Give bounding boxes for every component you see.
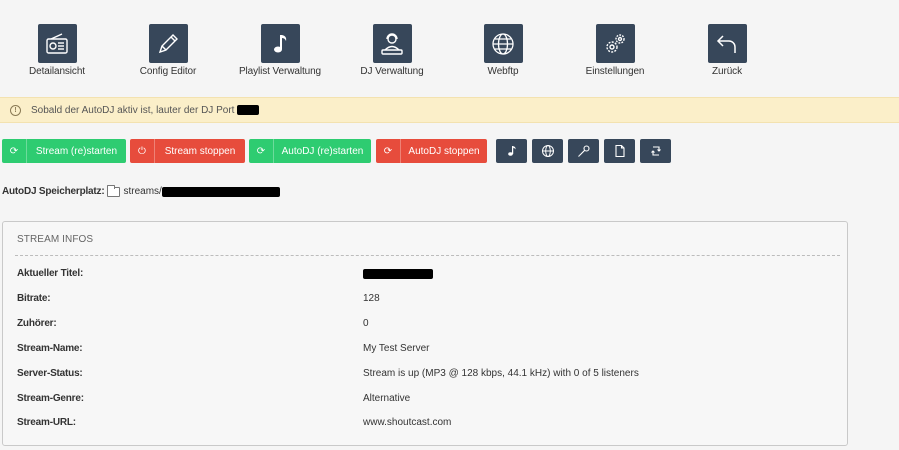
tile-einstellungen[interactable]: Einstellungen: [565, 24, 665, 77]
alert-text: Sobald der AutoDJ aktiv ist, lauter der …: [31, 104, 235, 116]
gears-icon: [595, 24, 635, 63]
tile-label: DJ Verwaltung: [360, 66, 424, 77]
info-value: My Test Server: [363, 343, 430, 354]
stream-url-link[interactable]: www.shoutcast.com: [363, 417, 451, 428]
autodj-storage: AutoDJ Speicherplatz: streams/: [2, 184, 280, 197]
tile-label: Detailansicht: [29, 66, 85, 77]
autodj-warning-alert: ! Sobald der AutoDJ aktiv ist, lauter de…: [0, 97, 899, 123]
panel-heading: STREAM INFOS: [17, 234, 94, 245]
tile-label: Einstellungen: [585, 66, 645, 77]
refresh-icon: ⟳: [2, 139, 27, 163]
microphone-icon: [577, 145, 590, 157]
globe-icon: [541, 145, 554, 157]
config-button[interactable]: [604, 139, 635, 163]
info-row-listeners: Zuhörer: 0: [17, 318, 817, 332]
action-buttons: ⟳ Stream (re)starten ⏻ Stream stoppen ⟳ …: [2, 139, 882, 163]
folder-icon: [107, 184, 121, 197]
tile-config-editor[interactable]: Config Editor: [118, 24, 218, 77]
info-key: Zuhörer:: [17, 318, 57, 329]
dj-button[interactable]: [568, 139, 599, 163]
info-row-stream-name: Stream-Name: My Test Server: [17, 343, 817, 357]
info-value: 0: [363, 318, 369, 329]
music-note-icon: [260, 24, 300, 63]
globe-icon: [483, 24, 523, 63]
tile-label: Config Editor: [139, 66, 197, 77]
info-value: Stream is up (MP3 @ 128 kbps, 44.1 kHz) …: [363, 368, 639, 379]
info-row-server-status: Server-Status: Stream is up (MP3 @ 128 k…: [17, 368, 817, 382]
webftp-button[interactable]: [532, 139, 563, 163]
stream-info-panel: STREAM INFOS Aktueller Titel: Bitrate: 1…: [2, 221, 848, 446]
info-key: Server-Status:: [17, 368, 83, 379]
pencil-icon: [148, 24, 188, 63]
info-key: Stream-Name:: [17, 343, 83, 354]
info-value: 128: [363, 293, 380, 304]
tile-zurueck[interactable]: Zurück: [677, 24, 777, 77]
info-row-url: Stream-URL: www.shoutcast.com: [17, 417, 817, 431]
redacted-title: [363, 269, 433, 279]
radio-icon: [37, 24, 77, 63]
tile-dj-verwaltung[interactable]: DJ Verwaltung: [342, 24, 442, 77]
refresh-icon: [650, 146, 661, 156]
dj-icon: [372, 24, 412, 63]
info-row-bitrate: Bitrate: 128: [17, 293, 817, 307]
music-note-icon: [507, 146, 516, 156]
info-key: Stream-URL:: [17, 417, 76, 428]
playlist-button[interactable]: [496, 139, 527, 163]
redacted-port: [237, 105, 260, 115]
info-value: [363, 268, 433, 282]
redacted-path: [161, 186, 280, 197]
refresh-icon: ⟳: [249, 139, 274, 163]
tile-label: Webftp: [487, 66, 519, 77]
tile-detailansicht[interactable]: Detailansicht: [7, 24, 107, 77]
tile-webftp[interactable]: Webftp: [453, 24, 553, 77]
info-icon: !: [10, 104, 21, 116]
sync-button[interactable]: [640, 139, 671, 163]
autodj-restart-button[interactable]: ⟳ AutoDJ (re)starten: [249, 139, 371, 163]
info-key: Aktueller Titel:: [17, 268, 84, 279]
tile-playlist-verwaltung[interactable]: Playlist Verwaltung: [230, 24, 330, 77]
undo-icon: [707, 24, 747, 63]
info-row-genre: Stream-Genre: Alternative: [17, 393, 817, 407]
autodj-stop-button[interactable]: ⟳ AutoDJ stoppen: [376, 139, 487, 163]
tile-label: Playlist Verwaltung: [238, 66, 322, 77]
info-value: Alternative: [363, 393, 411, 404]
info-row-title: Aktueller Titel:: [17, 268, 817, 282]
stream-stop-button[interactable]: ⏻ Stream stoppen: [130, 139, 245, 163]
storage-label: AutoDJ Speicherplatz:: [2, 186, 105, 197]
divider: [15, 255, 840, 256]
toolbar-tiles: Detailansicht Config Editor Playlist Ver…: [0, 24, 899, 84]
tile-label: Zurück: [712, 66, 742, 77]
info-key: Stream-Genre:: [17, 393, 84, 404]
info-key: Bitrate:: [17, 293, 51, 304]
power-icon: ⏻: [130, 139, 155, 163]
storage-path: streams/: [123, 186, 162, 197]
refresh-icon: ⟳: [376, 139, 401, 163]
stream-restart-button[interactable]: ⟳ Stream (re)starten: [2, 139, 126, 163]
file-icon: [614, 144, 625, 158]
